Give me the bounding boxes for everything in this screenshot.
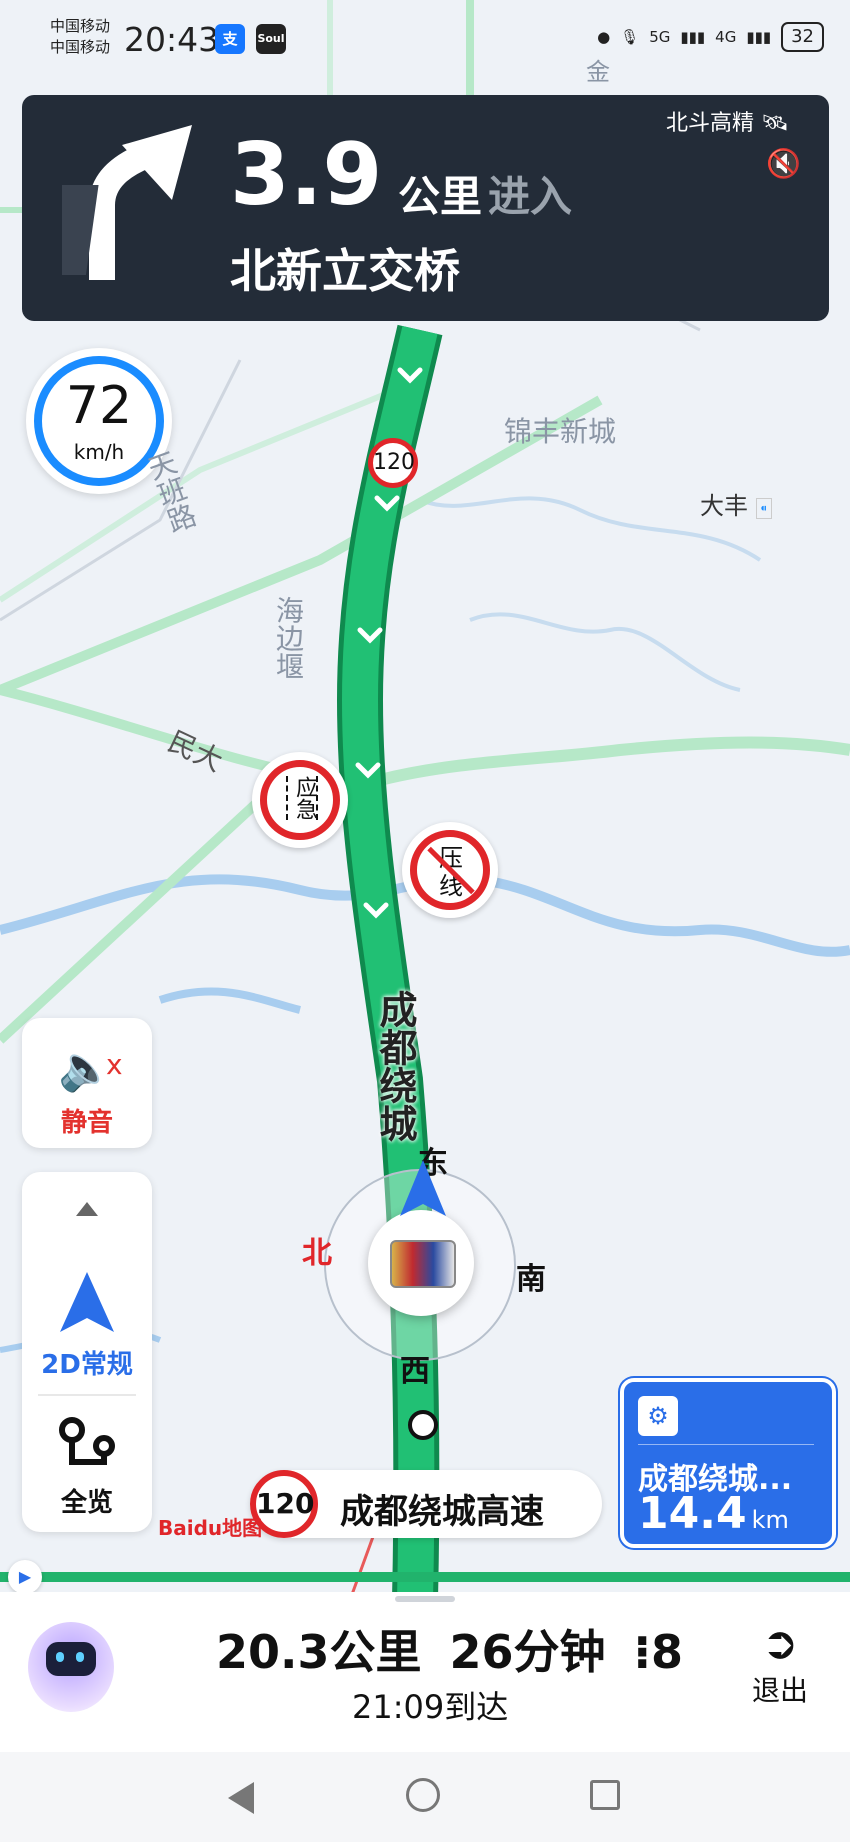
no-line-crossing-sign[interactable]: 压线 — [402, 822, 498, 918]
nav-banner[interactable]: 3.9 公里 进入 北新立交桥 北斗高精 🛰 🔇 — [22, 95, 829, 321]
navigation-arrow-icon — [60, 1272, 114, 1332]
speed-value: 72 — [65, 376, 133, 436]
emergency-lane-sign[interactable]: 应急 — [252, 752, 348, 848]
route-end-dot — [408, 1410, 438, 1440]
back-icon[interactable] — [228, 1782, 254, 1814]
carrier-1: 中国移动 — [50, 17, 111, 35]
battery-level: 32 — [781, 22, 824, 52]
speed-limit-value: 120 — [373, 450, 415, 475]
location-icon: ● — [597, 28, 611, 46]
signal-icon: ▮▮▮ — [680, 28, 706, 46]
drag-handle[interactable] — [395, 1596, 455, 1602]
compass-west: 西 — [400, 1354, 430, 1389]
recents-icon[interactable] — [590, 1780, 620, 1810]
current-road-name: 成都绕城高速 — [340, 1492, 544, 1532]
trip-distance: 20.3公里 — [216, 1625, 422, 1679]
next-distance-value: 14.4 — [638, 1488, 747, 1539]
map-label-jinfeng: 锦丰新城 — [504, 415, 617, 448]
satellite-icon: 🛰 — [761, 111, 789, 136]
compass-north: 北 — [302, 1236, 332, 1271]
exit-icon: ➲ — [761, 1618, 799, 1669]
map-label-jin: 金 — [586, 58, 610, 86]
volume-muted-icon[interactable]: 🔇 — [766, 147, 801, 180]
trip-duration: 26分钟 — [449, 1625, 606, 1679]
signal-icon-2: ▮▮▮ — [746, 28, 772, 46]
speaker-muted-icon: 🔈 — [58, 1043, 113, 1094]
status-time: 20:43 — [124, 20, 220, 59]
turn-distance: 3.9 — [230, 125, 383, 225]
vehicle-marker — [368, 1210, 474, 1316]
trip-summary: 20.3公里 26分钟 ⁝8 — [216, 1616, 683, 1682]
dafeng-text: 大丰 — [700, 492, 748, 520]
mic-icon: 🎙 — [620, 28, 640, 46]
trip-info-panel[interactable]: 20.3公里 26分钟 ⁝8 21:09到达 ➲ 退出 — [0, 1592, 850, 1752]
arrival-time: 21:09到达 — [352, 1688, 509, 1726]
route-progress-bar — [0, 1572, 850, 1582]
route-overview-icon — [59, 1417, 115, 1465]
net-5g: 5G — [649, 28, 671, 46]
gps-label: 北斗高精 — [666, 111, 755, 136]
current-speed-limit-value: 120 — [256, 1487, 315, 1520]
turn-slight-right-icon — [62, 125, 192, 280]
baidu-logo: Baidu地图 — [158, 1516, 263, 1540]
turn-action: 进入 — [488, 172, 573, 221]
car-logo-icon — [390, 1240, 456, 1288]
collapse-up-icon[interactable] — [76, 1202, 98, 1216]
traffic-light-count: 8 — [651, 1625, 684, 1679]
mode-2d-label: 2D常规 — [41, 1350, 133, 1380]
alipay-icon: 支 — [215, 24, 245, 54]
beidou-label: 北斗高精 🛰 — [666, 105, 789, 137]
compass-south: 南 — [516, 1262, 546, 1297]
carrier-2: 中国移动 — [50, 38, 111, 56]
system-nav-bar — [0, 1752, 850, 1842]
exit-label: 退出 — [751, 1674, 808, 1707]
speed-limit-sign: 120 — [368, 438, 418, 488]
distance-unit: 公里 — [398, 172, 483, 221]
mute-label: 静音 — [60, 1108, 113, 1138]
mute-x-icon: x — [106, 1048, 123, 1081]
mute-button[interactable]: 🔈 x 静音 — [22, 1018, 152, 1148]
map-label-highway: 成都绕城 — [373, 990, 417, 1142]
next-road-card[interactable]: ⚙ 成都绕城... 14.4 km — [620, 1378, 836, 1548]
net-4g: 4G — [715, 28, 737, 46]
overview-button[interactable]: 全览 — [22, 1402, 152, 1532]
next-road-distance: 14.4 km — [638, 1488, 789, 1539]
station-icon: ⁌ — [755, 498, 772, 519]
progress-start-icon: ▶ — [8, 1560, 42, 1594]
target-road-name: 北新立交桥 — [230, 244, 460, 298]
map-label-dafeng: 大丰 ⁌ — [700, 486, 772, 521]
traffic-light-icon: ⁝ — [633, 1625, 652, 1679]
assistant-avatar[interactable] — [28, 1622, 114, 1712]
road-sign-icon: ⚙ — [638, 1396, 678, 1436]
status-icons: ● 🎙 5G ▮▮▮ 4G ▮▮▮ 32 — [597, 22, 824, 52]
carrier-info: 中国移动 中国移动 — [50, 16, 110, 58]
overview-label: 全览 — [60, 1488, 113, 1518]
soul-icon: Soul — [256, 24, 286, 54]
heading-arrow-icon — [400, 1160, 446, 1216]
map-label-haibian: 海边堰 — [272, 596, 305, 680]
next-distance-unit: km — [751, 1506, 789, 1534]
exit-button[interactable]: ➲ 退出 — [740, 1618, 820, 1728]
mode-2d-button[interactable]: 2D常规 — [22, 1252, 152, 1392]
current-road-label: 120 成都绕城高速 — [250, 1470, 602, 1538]
home-icon[interactable] — [406, 1778, 440, 1812]
emergency-lane-text: 应急 — [286, 776, 318, 820]
mode-panel: 2D常规 全览 — [22, 1172, 152, 1532]
